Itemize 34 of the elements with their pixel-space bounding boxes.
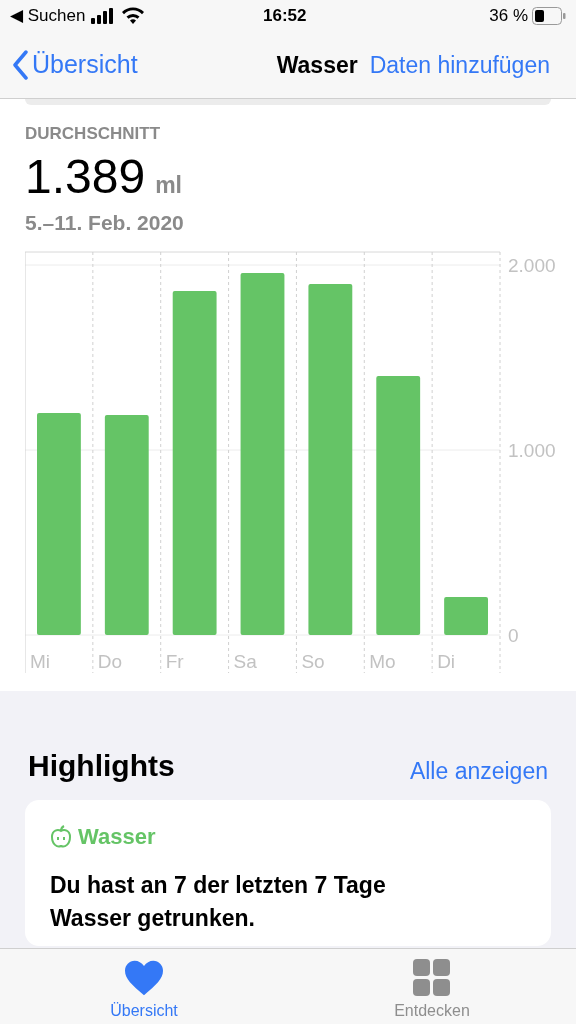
date-range: 5.–11. Feb. 2020	[25, 209, 185, 236]
battery-icon	[532, 7, 566, 25]
clock: 16:52	[263, 5, 307, 28]
back-app-link[interactable]: ◀ Suchen	[10, 3, 86, 29]
chevron-left-icon	[12, 50, 28, 80]
tab[interactable]: Übersicht	[0, 949, 288, 1024]
axis-label: 2.000	[508, 255, 556, 276]
axis-label: Fr	[165, 651, 184, 672]
axis-label: 0	[508, 625, 519, 646]
back-button[interactable]: Übersicht	[12, 46, 138, 84]
axis-label: So	[301, 651, 325, 672]
axis-label: Do	[97, 651, 123, 672]
highlight-text: Du hast an 7 der letzten 7 Tage Wasser getrunken.	[50, 871, 387, 933]
axis-label: Sa	[233, 651, 257, 672]
bar	[444, 597, 488, 635]
apple-icon	[50, 824, 72, 849]
axis-label: Mi	[30, 651, 51, 672]
grid-icon	[413, 959, 451, 997]
heart-icon	[123, 959, 165, 997]
show-all-link[interactable]: Alle anzeigen	[409, 753, 548, 788]
battery-percent: 36 %	[489, 5, 528, 28]
unit-label: ml	[155, 173, 182, 197]
axis-label: 1.000	[508, 440, 556, 461]
axis-label: Di	[437, 651, 456, 672]
average-value: 1.389	[25, 152, 146, 201]
add-data-button[interactable]: Daten hinzufügen	[369, 47, 550, 83]
axis-label: Mo	[369, 651, 396, 672]
nav-title: Wasser	[276, 50, 358, 80]
highlight-card[interactable]: Wasser Du hast an 7 der letzten 7 Tage Wasser getrunken.	[25, 800, 551, 946]
tab[interactable]: Entdecken	[288, 949, 576, 1024]
category-label: Wasser	[78, 823, 156, 851]
wifi-icon	[121, 7, 146, 25]
section-title: Highlights	[28, 748, 175, 784]
summary-label: DURCHSCHNITT	[25, 123, 162, 145]
